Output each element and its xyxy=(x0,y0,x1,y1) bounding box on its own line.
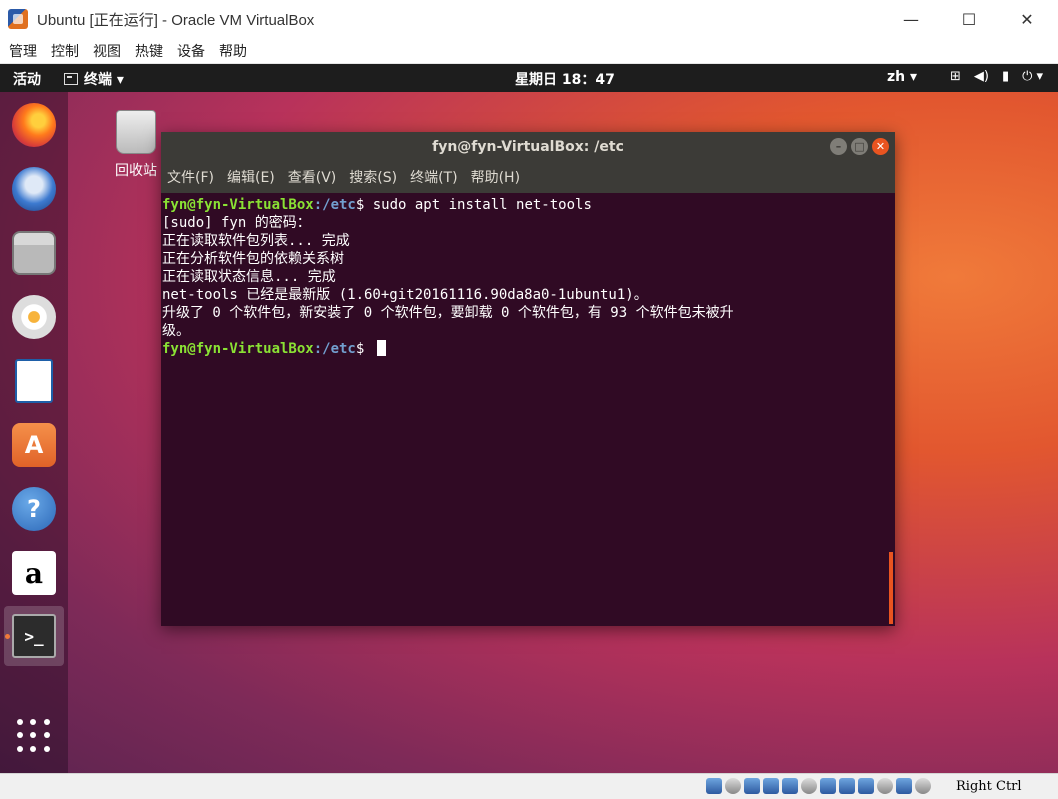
terminal-close-button[interactable]: ✕ xyxy=(872,138,889,155)
output-line: 正在读取软件包列表... 完成 xyxy=(162,233,350,249)
audio-icon[interactable] xyxy=(744,778,760,794)
firefox-icon xyxy=(12,103,56,147)
output-line: [sudo] fyn 的密码： xyxy=(162,215,311,231)
amazon-icon: a xyxy=(12,551,56,595)
host-key-icon[interactable] xyxy=(915,778,931,794)
dock: A ? a >_ xyxy=(0,92,68,773)
command-line: fyn@fyn-VirtualBox:/etc$ sudo apt instal… xyxy=(162,196,895,214)
prompt-line: fyn@fyn-VirtualBox:/etc$ xyxy=(162,340,895,358)
app-menu-label: 终端 ▾ xyxy=(84,72,124,88)
dock-files[interactable] xyxy=(4,223,64,283)
trash-label: 回收站 xyxy=(115,163,157,179)
network-adapter-icon[interactable] xyxy=(763,778,779,794)
menu-manage[interactable]: 管理 xyxy=(9,41,37,61)
optical-drive-icon[interactable] xyxy=(725,778,741,794)
prompt-path: :/etc xyxy=(313,341,356,357)
desktop-trash[interactable]: 回收站 xyxy=(108,110,164,180)
terminal-menu-view[interactable]: 查看(V) xyxy=(288,167,337,187)
menu-view[interactable]: 视图 xyxy=(93,41,121,61)
host-key-label: Right Ctrl xyxy=(956,779,1022,794)
terminal-menu-edit[interactable]: 编辑(E) xyxy=(227,167,275,187)
command-text: sudo apt install net-tools xyxy=(372,197,592,213)
terminal-titlebar[interactable]: fyn@fyn-VirtualBox: /etc – □ ✕ xyxy=(161,132,895,161)
text-cursor xyxy=(376,340,386,356)
system-menu[interactable]: ⊞ ◀) ▮ ⏻ ▾ xyxy=(950,69,1043,84)
dock-rhythmbox[interactable] xyxy=(4,287,64,347)
menu-devices[interactable]: 设备 xyxy=(177,41,205,61)
close-button[interactable]: ✕ xyxy=(998,0,1056,38)
trash-icon xyxy=(116,110,156,154)
dock-software[interactable]: A xyxy=(4,415,64,475)
volume-icon: ◀) xyxy=(973,69,989,84)
hard-disk-icon[interactable] xyxy=(706,778,722,794)
cpu-icon[interactable] xyxy=(858,778,874,794)
show-applications-button[interactable] xyxy=(4,706,64,766)
mouse-integration-icon[interactable] xyxy=(877,778,893,794)
thunderbird-icon xyxy=(12,167,56,211)
clock[interactable]: 星期日 18：47 xyxy=(515,69,615,89)
output-line: 正在分析软件包的依赖关系树 xyxy=(162,251,344,267)
device-status-icons xyxy=(706,778,931,794)
dock-thunderbird[interactable] xyxy=(4,159,64,219)
prompt-symbol: $ xyxy=(355,341,373,357)
prompt-user: fyn@fyn-VirtualBox xyxy=(162,197,314,213)
keyboard-capture-icon[interactable] xyxy=(896,778,912,794)
help-icon: ? xyxy=(12,487,56,531)
dock-amazon[interactable]: a xyxy=(4,543,64,603)
maximize-button[interactable]: ☐ xyxy=(940,0,998,38)
activities-button[interactable]: 活动 xyxy=(13,69,41,89)
running-indicator xyxy=(5,634,10,639)
terminal-minimize-button[interactable]: – xyxy=(830,138,847,155)
terminal-menubar: 文件(F) 编辑(E) 查看(V) 搜索(S) 终端(T) 帮助(H) xyxy=(161,161,895,193)
terminal-small-icon xyxy=(64,73,78,85)
input-language[interactable]: zh ▾ xyxy=(887,69,917,85)
terminal-menu-help[interactable]: 帮助(H) xyxy=(471,167,520,187)
output-line: 升级了 0 个软件包，新安装了 0 个软件包，要卸载 0 个软件包，有 93 个… xyxy=(162,305,734,321)
network-icon: ⊞ xyxy=(950,69,961,84)
power-icon: ⏻ ▾ xyxy=(1022,69,1044,84)
gnome-topbar: 活动 终端 ▾ 星期日 18：47 zh ▾ ⊞ ◀) ▮ ⏻ ▾ xyxy=(0,64,1058,92)
dock-help[interactable]: ? xyxy=(4,479,64,539)
terminal-maximize-button[interactable]: □ xyxy=(851,138,868,155)
menu-help[interactable]: 帮助 xyxy=(219,41,247,61)
output-line: 级。 xyxy=(162,323,190,339)
host-statusbar: Right Ctrl xyxy=(0,773,1058,799)
terminal-menu-terminal[interactable]: 终端(T) xyxy=(410,167,457,187)
output-line: 正在读取状态信息... 完成 xyxy=(162,269,336,285)
terminal-scrollbar[interactable] xyxy=(889,552,893,624)
terminal-icon: >_ xyxy=(12,614,56,658)
dock-writer[interactable] xyxy=(4,351,64,411)
battery-icon: ▮ xyxy=(1001,69,1010,84)
menu-hotkeys[interactable]: 热键 xyxy=(135,41,163,61)
terminal-output[interactable]: fyn@fyn-VirtualBox:/etc$ sudo apt instal… xyxy=(161,193,895,626)
terminal-menu-file[interactable]: 文件(F) xyxy=(167,167,214,187)
software-store-icon: A xyxy=(12,423,56,467)
dock-firefox[interactable] xyxy=(4,95,64,155)
prompt-user: fyn@fyn-VirtualBox xyxy=(162,341,314,357)
writer-icon xyxy=(15,359,53,403)
app-menu[interactable]: 终端 ▾ xyxy=(64,69,124,89)
video-capture-icon[interactable] xyxy=(839,778,855,794)
host-titlebar: Ubuntu [正在运行] - Oracle VM VirtualBox — ☐… xyxy=(0,0,1058,38)
usb-icon[interactable] xyxy=(782,778,798,794)
app-grid-icon xyxy=(17,719,51,753)
menu-control[interactable]: 控制 xyxy=(51,41,79,61)
terminal-window[interactable]: fyn@fyn-VirtualBox: /etc – □ ✕ 文件(F) 编辑(… xyxy=(161,132,895,626)
window-title: Ubuntu [正在运行] - Oracle VM VirtualBox xyxy=(37,11,315,29)
output-line: net-tools 已经是最新版 (1.60+git20161116.90da8… xyxy=(162,287,648,303)
shared-folders-icon[interactable] xyxy=(801,778,817,794)
vm-screen[interactable]: 活动 终端 ▾ 星期日 18：47 zh ▾ ⊞ ◀) ▮ ⏻ ▾ A ? a … xyxy=(0,64,1058,773)
terminal-menu-search[interactable]: 搜索(S) xyxy=(349,167,397,187)
terminal-title: fyn@fyn-VirtualBox: /etc xyxy=(432,138,624,155)
virtualbox-icon xyxy=(8,9,28,29)
prompt-symbol: $ xyxy=(355,197,373,213)
files-icon xyxy=(12,231,56,275)
dock-terminal[interactable]: >_ xyxy=(4,606,64,666)
prompt-path: :/etc xyxy=(313,197,356,213)
rhythmbox-icon xyxy=(12,295,56,339)
host-menubar: 管理 控制 视图 热键 设备 帮助 xyxy=(0,38,1058,64)
display-icon[interactable] xyxy=(820,778,836,794)
minimize-button[interactable]: — xyxy=(882,0,940,38)
